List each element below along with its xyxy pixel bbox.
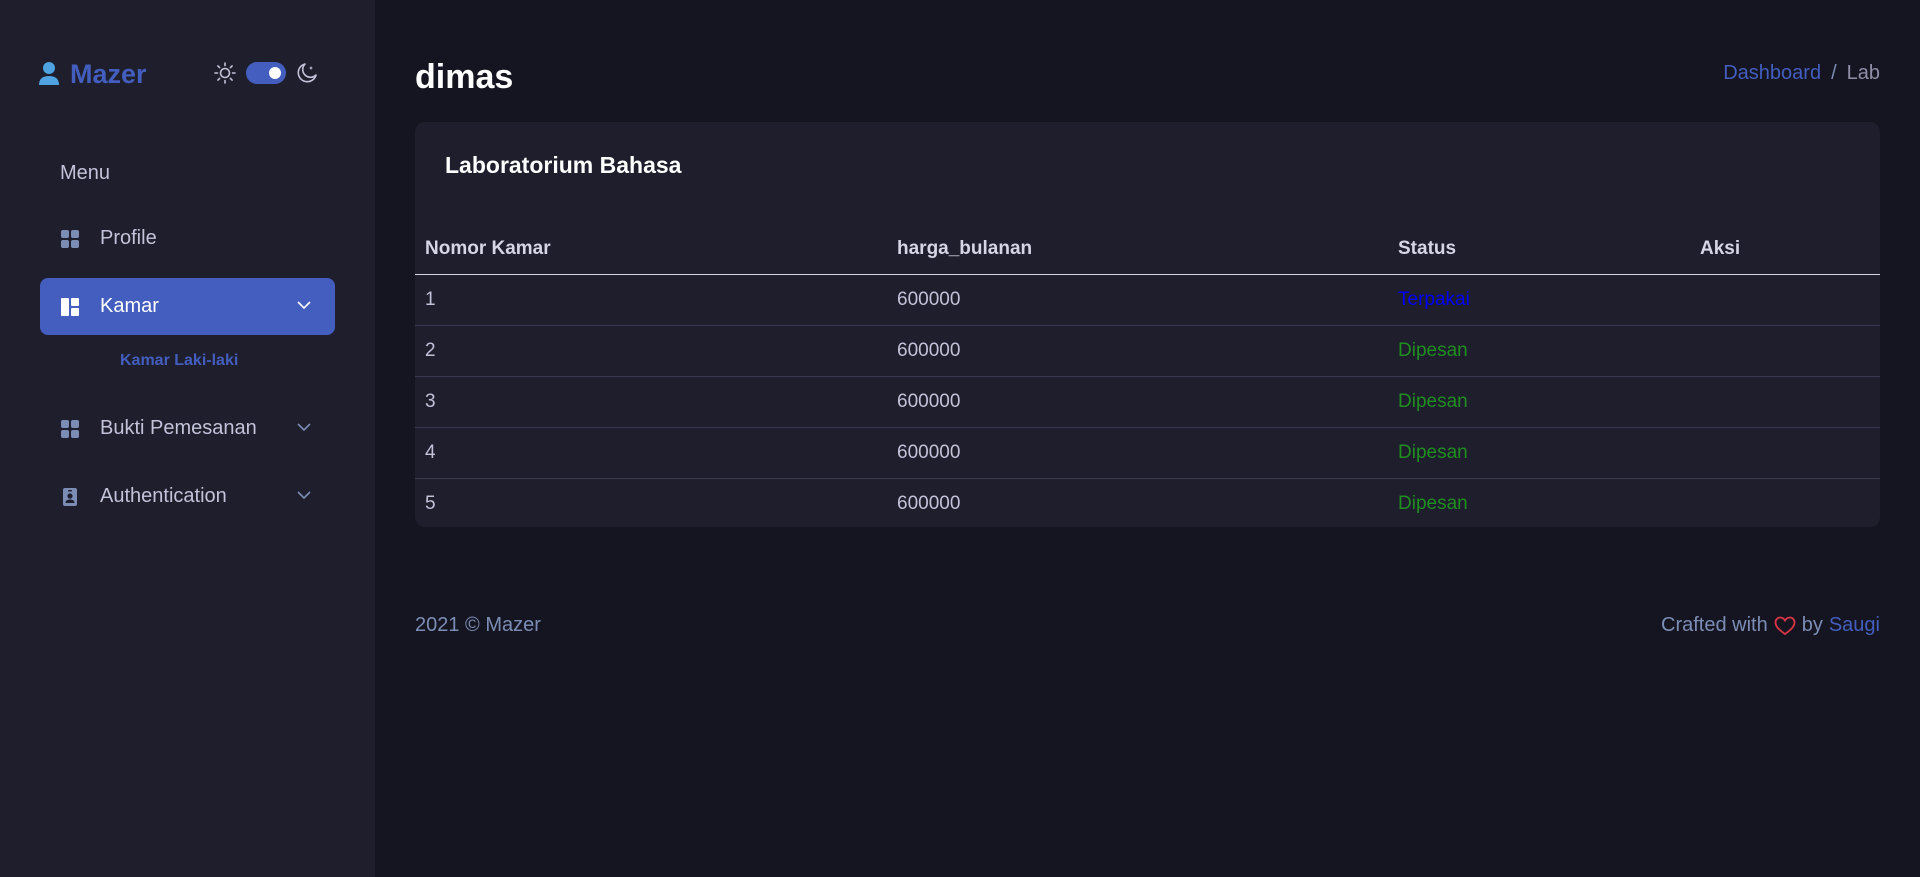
footer-copyright: 2021 © Mazer bbox=[415, 614, 541, 636]
chevron-down-icon bbox=[297, 491, 311, 500]
room-table-card: Laboratorium Bahasa Nomor Kamar harga_bu… bbox=[415, 122, 1880, 527]
layout-icon bbox=[61, 297, 79, 316]
sidebar-item-label: Authentication bbox=[100, 485, 227, 507]
sidebar-item-bukti-pemesanan[interactable]: Bukti Pemesanan bbox=[40, 400, 335, 457]
room-table: Nomor Kamar harga_bulanan Status Aksi 1 … bbox=[415, 224, 1880, 527]
table-row: 5 600000 Dipesan bbox=[415, 478, 1880, 527]
table-row: 1 600000 Terpakai bbox=[415, 274, 1880, 326]
brand-name: Mazer bbox=[70, 58, 147, 89]
cell-aksi bbox=[1690, 427, 1880, 479]
column-header-aksi: Aksi bbox=[1690, 224, 1880, 275]
table-row: 2 600000 Dipesan bbox=[415, 325, 1880, 377]
footer-crafted-text: Crafted with bbox=[1661, 614, 1768, 636]
footer-credits: Crafted with by Saugi bbox=[1661, 614, 1880, 637]
sidebar-header: Mazer bbox=[38, 56, 338, 92]
sidebar-item-label: Bukti Pemesanan bbox=[100, 417, 257, 439]
sidebar-item-kamar[interactable]: Kamar bbox=[40, 278, 335, 335]
user-icon bbox=[39, 62, 59, 85]
submenu-item-kamar-laki-laki[interactable]: Kamar Laki-laki bbox=[120, 352, 238, 370]
sun-icon bbox=[214, 62, 236, 84]
table-header-row: Nomor Kamar harga_bulanan Status Aksi bbox=[415, 224, 1880, 275]
cell-aksi bbox=[1690, 325, 1880, 377]
breadcrumb: Dashboard / Lab bbox=[1723, 62, 1880, 85]
grid-icon bbox=[61, 419, 79, 438]
dark-mode-toggle[interactable] bbox=[246, 62, 286, 84]
grid-icon bbox=[61, 229, 79, 248]
cell-aksi bbox=[1690, 274, 1880, 326]
moon-icon bbox=[297, 63, 317, 83]
cell-status: Dipesan bbox=[1388, 376, 1690, 428]
theme-toggle-group bbox=[214, 62, 318, 84]
cell-nomor-kamar: 4 bbox=[415, 427, 887, 479]
cell-nomor-kamar: 1 bbox=[415, 274, 887, 326]
footer-by-text: by bbox=[1801, 614, 1823, 636]
sidebar-item-label: Kamar bbox=[100, 295, 159, 317]
cell-aksi bbox=[1690, 376, 1880, 428]
column-header-nomor-kamar: Nomor Kamar bbox=[415, 224, 887, 275]
column-header-status: Status bbox=[1388, 224, 1690, 275]
cell-harga-bulanan: 600000 bbox=[887, 427, 1388, 479]
breadcrumb-current: Lab bbox=[1846, 62, 1880, 84]
cell-status: Dipesan bbox=[1388, 478, 1690, 527]
sidebar-item-profile[interactable]: Profile bbox=[40, 210, 335, 267]
cell-harga-bulanan: 600000 bbox=[887, 325, 1388, 377]
cell-harga-bulanan: 600000 bbox=[887, 274, 1388, 326]
cell-harga-bulanan: 600000 bbox=[887, 376, 1388, 428]
cell-harga-bulanan: 600000 bbox=[887, 478, 1388, 527]
breadcrumb-separator: / bbox=[1831, 62, 1837, 84]
chevron-down-icon bbox=[297, 423, 311, 432]
menu-title: Menu bbox=[60, 162, 111, 184]
person-badge-icon bbox=[63, 487, 77, 506]
table-row: 4 600000 Dipesan bbox=[415, 427, 1880, 479]
cell-status: Dipesan bbox=[1388, 427, 1690, 479]
page-title: dimas bbox=[415, 58, 514, 96]
breadcrumb-dashboard-link[interactable]: Dashboard bbox=[1723, 62, 1821, 85]
chevron-down-icon bbox=[297, 301, 311, 310]
sidebar-item-label: Profile bbox=[100, 227, 157, 249]
column-header-harga-bulanan: harga_bulanan bbox=[887, 224, 1388, 275]
cell-status: Dipesan bbox=[1388, 325, 1690, 377]
table-row: 3 600000 Dipesan bbox=[415, 376, 1880, 428]
footer-author-link[interactable]: Saugi bbox=[1829, 614, 1880, 637]
cell-nomor-kamar: 3 bbox=[415, 376, 887, 428]
heart-icon bbox=[1774, 616, 1796, 635]
sidebar: Mazer Menu Profile Kamar Kamar Laki-laki… bbox=[0, 0, 375, 877]
cell-aksi bbox=[1690, 478, 1880, 527]
card-title: Laboratorium Bahasa bbox=[445, 152, 682, 178]
brand-logo[interactable]: Mazer bbox=[38, 59, 147, 90]
cell-nomor-kamar: 5 bbox=[415, 478, 887, 527]
cell-nomor-kamar: 2 bbox=[415, 325, 887, 377]
sidebar-item-authentication[interactable]: Authentication bbox=[40, 468, 335, 525]
cell-status: Terpakai bbox=[1388, 274, 1690, 326]
